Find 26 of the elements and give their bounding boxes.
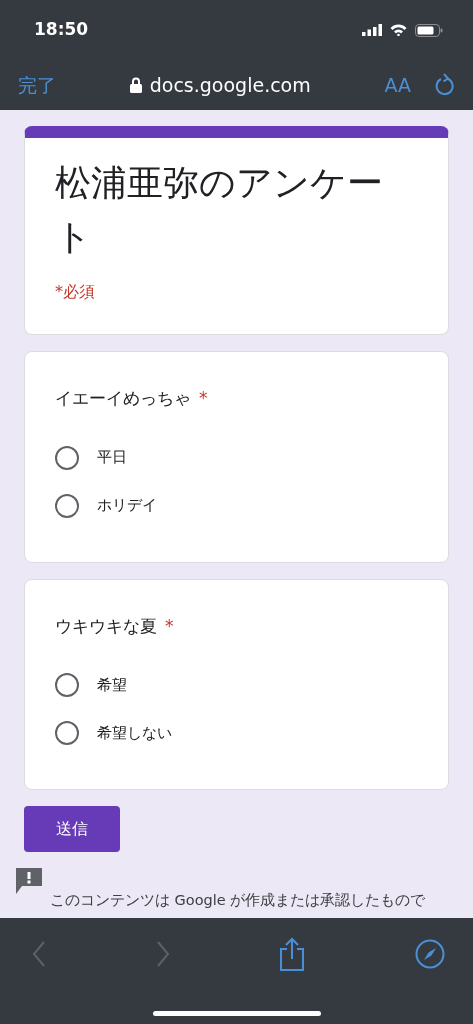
battery-icon xyxy=(415,23,443,37)
required-asterisk: * xyxy=(199,387,208,410)
wifi-icon xyxy=(390,24,407,36)
radio-button[interactable] xyxy=(55,721,79,745)
option-label: ホリデイ xyxy=(97,495,157,517)
feedback-icon xyxy=(16,868,42,894)
compass-icon[interactable] xyxy=(414,938,445,969)
option-label: 希望しない xyxy=(97,722,172,744)
required-asterisk: * xyxy=(165,614,174,638)
radio-button[interactable] xyxy=(55,445,79,470)
status-time: 18:50 xyxy=(34,18,89,42)
notice-text: このコンテンツは Google が作成または承認したもので xyxy=(50,891,426,910)
option-label: 平日 xyxy=(97,447,127,469)
signal-icon xyxy=(362,24,382,36)
option-label: 希望 xyxy=(97,674,127,696)
radio-button[interactable] xyxy=(55,493,79,518)
form-title: 松浦亜弥のアンケート xyxy=(55,161,384,259)
lock-icon xyxy=(129,77,142,93)
radio-button[interactable] xyxy=(55,673,79,697)
reload-icon[interactable] xyxy=(435,73,455,97)
question-title: ウキウキな夏 xyxy=(55,614,157,638)
required-note: *必須 xyxy=(55,281,96,303)
question-title: イエーイめっちゃ xyxy=(55,387,191,410)
share-icon[interactable] xyxy=(279,936,306,971)
url-text[interactable]: docs.google.com xyxy=(149,70,311,100)
submit-button[interactable]: 送信 xyxy=(24,806,120,852)
